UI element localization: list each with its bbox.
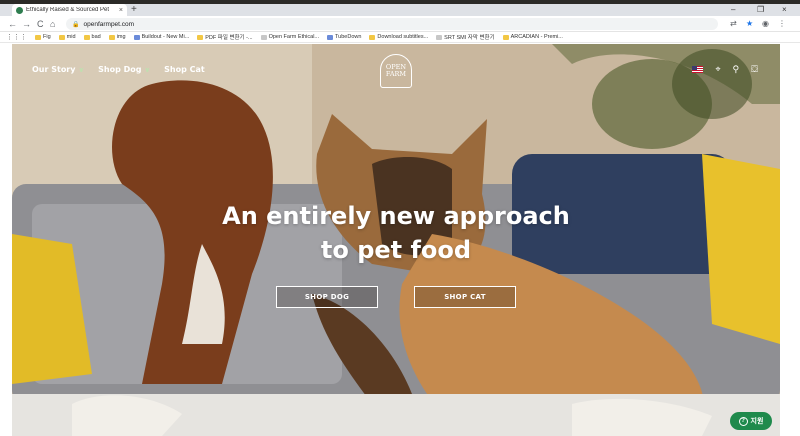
cart-icon[interactable]: ⛋ bbox=[751, 64, 758, 74]
grid-icon bbox=[133, 34, 140, 40]
folder-icon bbox=[197, 34, 204, 40]
shop-cat-button[interactable]: SHOP CAT bbox=[414, 286, 516, 308]
help-label: 지원 bbox=[750, 418, 764, 425]
translate-icon[interactable]: ⇄ bbox=[730, 18, 737, 30]
browser-tab-bar: Ethically Raised & Sourced Pet × + – ❐ × bbox=[0, 4, 800, 16]
folder-icon bbox=[369, 34, 376, 40]
apps-icon[interactable]: ⋮⋮⋮ bbox=[6, 33, 27, 41]
folder-icon bbox=[108, 34, 115, 40]
bookmark-label: mid bbox=[66, 34, 76, 40]
bookmark-label: TubeDown bbox=[335, 34, 362, 40]
headline-line-2: to pet food bbox=[320, 236, 472, 264]
nav-shop-dog-label: Shop Dog bbox=[98, 65, 142, 74]
bookmark-label: SRT SMI 자막 변환기 bbox=[444, 35, 495, 41]
tab-title: Ethically Raised & Sourced Pet bbox=[26, 7, 110, 13]
bookmark-item[interactable]: Buildout - New Mi... bbox=[133, 34, 190, 40]
hero-headline: An entirely new approach to pet food bbox=[12, 199, 780, 267]
doc-icon bbox=[260, 34, 267, 40]
folder-icon bbox=[502, 34, 509, 40]
question-icon: ? bbox=[738, 416, 748, 426]
forward-button[interactable]: → bbox=[22, 18, 31, 30]
site-nav: Our Story ∨ Shop Dog ∨ Shop Cat bbox=[32, 65, 205, 74]
omnibox[interactable]: 🔒 openfarmpet.com bbox=[66, 18, 718, 30]
new-tab-button[interactable]: + bbox=[131, 4, 137, 16]
help-button[interactable]: ? 지원 bbox=[730, 412, 772, 430]
lock-icon: 🔒 bbox=[72, 21, 80, 28]
chevron-down-icon: ∨ bbox=[144, 65, 151, 74]
address-bar-row: ← → C ⌂ 🔒 openfarmpet.com ⇄ ★ ◉ ⋮ bbox=[0, 16, 800, 32]
url-text: openfarmpet.com bbox=[83, 20, 135, 28]
logo-line-2: FARM bbox=[385, 70, 407, 78]
back-button[interactable]: ← bbox=[8, 18, 17, 30]
location-pin-icon[interactable]: ⌖ bbox=[715, 64, 720, 74]
bookmarks-bar: ⋮⋮⋮ Fig mid bad img Buildout - New Mi...… bbox=[0, 32, 800, 43]
bookmark-label: Download subtitles... bbox=[377, 34, 429, 40]
bookmark-item[interactable]: ARCADIAN - Premi... bbox=[502, 34, 563, 40]
bookmark-label: Fig bbox=[43, 34, 51, 40]
bookmark-label: Open Farm Ethical... bbox=[268, 34, 320, 40]
bookmark-item[interactable]: Open Farm Ethical... bbox=[260, 34, 320, 40]
nav-our-story[interactable]: Our Story ∨ bbox=[32, 65, 84, 74]
nav-shop-cat[interactable]: Shop Cat bbox=[164, 65, 205, 74]
minimize-button[interactable]: – bbox=[731, 4, 735, 16]
bookmark-item[interactable]: Fig bbox=[35, 34, 51, 40]
star-icon[interactable]: ★ bbox=[746, 18, 753, 30]
grid-icon bbox=[327, 34, 334, 40]
folder-icon bbox=[35, 34, 41, 40]
close-window-button[interactable]: × bbox=[782, 4, 787, 16]
hero-banner: Our Story ∨ Shop Dog ∨ Shop Cat OPEN FAR… bbox=[12, 44, 780, 436]
account-icon[interactable]: ⚲ bbox=[733, 64, 740, 74]
menu-icon[interactable]: ⋮ bbox=[778, 18, 786, 30]
browser-tab[interactable]: Ethically Raised & Sourced Pet × bbox=[12, 4, 127, 16]
restore-button[interactable]: ❐ bbox=[757, 4, 764, 16]
folder-icon bbox=[83, 34, 90, 40]
tab-close-icon[interactable]: × bbox=[119, 7, 123, 14]
shop-dog-button[interactable]: SHOP DOG bbox=[276, 286, 378, 308]
headline-line-1: An entirely new approach bbox=[222, 202, 570, 230]
nav-our-story-label: Our Story bbox=[32, 65, 76, 74]
open-farm-logo[interactable]: OPEN FARM bbox=[380, 54, 412, 88]
bookmark-label: bad bbox=[91, 34, 101, 40]
bookmark-item[interactable]: PDF 파일 변환기 -... bbox=[197, 33, 253, 41]
bookmark-label: PDF 파일 변환기 -... bbox=[205, 35, 253, 41]
folder-icon bbox=[58, 34, 65, 40]
bookmark-item[interactable]: mid bbox=[58, 34, 76, 40]
reload-button[interactable]: C bbox=[37, 18, 44, 30]
bookmark-item[interactable]: SRT SMI 자막 변환기 bbox=[436, 33, 495, 41]
bookmark-label: img bbox=[116, 34, 126, 40]
profile-icon[interactable]: ◉ bbox=[762, 18, 769, 30]
nav-shop-cat-label: Shop Cat bbox=[164, 65, 205, 74]
bookmark-item[interactable]: TubeDown bbox=[327, 34, 361, 40]
bookmark-label: Buildout - New Mi... bbox=[141, 34, 190, 40]
nav-shop-dog[interactable]: Shop Dog ∨ bbox=[98, 65, 150, 74]
site-favicon-icon bbox=[16, 6, 23, 14]
header-utility-icons: ⌖ ⚲ ⛋ bbox=[692, 64, 758, 74]
chevron-down-icon: ∨ bbox=[78, 65, 85, 74]
us-flag-icon[interactable] bbox=[692, 65, 704, 73]
bookmark-label: ARCADIAN - Premi... bbox=[510, 34, 563, 40]
bookmark-item[interactable]: bad bbox=[83, 34, 101, 40]
bookmark-item[interactable]: Download subtitles... bbox=[369, 34, 428, 40]
doc-icon bbox=[436, 34, 443, 40]
bookmark-item[interactable]: img bbox=[108, 34, 126, 40]
home-button[interactable]: ⌂ bbox=[50, 18, 55, 30]
